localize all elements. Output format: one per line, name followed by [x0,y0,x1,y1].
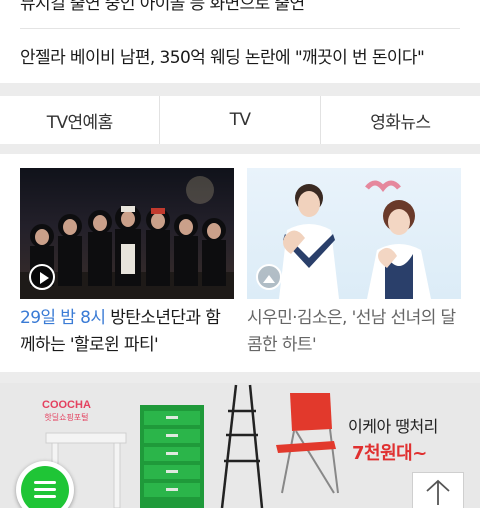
category-tabs: TV연예홈 TV 영화뉴스 [0,96,480,144]
ad-headline: 이케아 땡처리 [348,417,438,436]
featured-card-couple[interactable]: 시우민·김소은, '선남 선녀의 달콤한 하트' [247,168,461,359]
arrow-up-icon [426,479,450,505]
photo-icon[interactable] [256,264,282,290]
news-divider [20,28,460,29]
broadcast-time: 29일 밤 8시 [20,308,106,328]
ad-price: 7천원대~ [352,443,427,464]
news-item[interactable]: 뮤지컬 출연 중인 아이돌 등 화면으로 출연 [20,0,460,14]
tab-tv-entertainment-home[interactable]: TV연예홈 [0,96,161,144]
featured-cards: 29일 밤 8시 방탄소년단과 함께하는 '할로윈 파티' 시우민·김소은, '… [0,154,480,372]
news-list: 뮤지컬 출연 중인 아이돌 등 화면으로 출연 안젤라 베이비 남편, 350억… [0,0,480,83]
card-thumbnail[interactable] [247,168,461,299]
play-icon[interactable] [29,264,55,290]
tab-movie-news[interactable]: 영화뉴스 [321,96,480,144]
card-thumbnail[interactable] [20,168,234,299]
news-item[interactable]: 안젤라 베이비 남편, 350억 웨딩 논란에 "깨끗이 번 돈이다" [20,43,460,68]
card-caption[interactable]: 시우민·김소은, '선남 선녀의 달콤한 하트' [247,305,461,359]
menu-icon [21,466,69,508]
tab-tv[interactable]: TV [160,96,321,144]
featured-card-bts[interactable]: 29일 밤 8시 방탄소년단과 함께하는 '할로윈 파티' [20,168,234,359]
scroll-top-button[interactable] [412,472,464,508]
card-caption[interactable]: 29일 밤 8시 방탄소년단과 함께하는 '할로윈 파티' [20,305,234,359]
